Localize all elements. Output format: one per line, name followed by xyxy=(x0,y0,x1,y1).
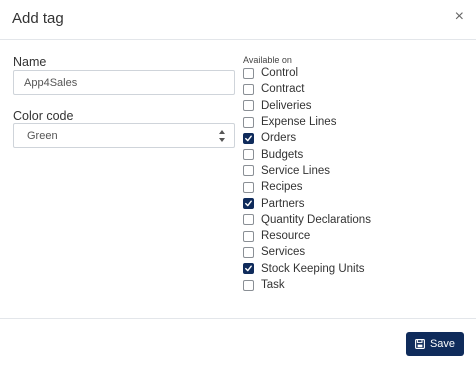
available-on-item[interactable]: Quantity Declarations xyxy=(243,212,371,228)
checkbox-label: Quantity Declarations xyxy=(261,213,371,226)
checkbox[interactable] xyxy=(243,165,254,177)
available-on-item[interactable]: Resource xyxy=(243,228,371,244)
color-code-label: Color code xyxy=(13,109,74,123)
checkbox-label: Deliveries xyxy=(261,99,312,112)
color-code-select[interactable]: Green xyxy=(13,123,235,148)
checkbox[interactable] xyxy=(243,100,254,112)
modal-title: Add tag xyxy=(12,10,64,27)
name-input[interactable] xyxy=(13,70,235,95)
close-icon[interactable]: × xyxy=(455,9,464,25)
checkmark-icon xyxy=(245,200,252,207)
available-on-list: Control Contract Deliveries Expense Lines Or… xyxy=(243,65,371,293)
color-code-value: Green xyxy=(27,130,58,142)
available-on-item[interactable]: Contract xyxy=(243,81,371,97)
checkbox-label: Contract xyxy=(261,83,305,96)
checkbox[interactable] xyxy=(243,116,254,128)
modal-header: Add tag × xyxy=(0,0,476,40)
checkbox-label: Partners xyxy=(261,197,305,210)
available-on-item[interactable]: Budgets xyxy=(243,146,371,162)
checkbox[interactable] xyxy=(243,83,254,95)
checkmark-icon xyxy=(245,135,252,142)
available-on-item[interactable]: Expense Lines xyxy=(243,114,371,130)
name-label: Name xyxy=(13,55,47,69)
save-button[interactable]: Save xyxy=(406,332,464,356)
available-on-item[interactable]: Control xyxy=(243,65,371,81)
checkbox[interactable] xyxy=(243,263,254,275)
checkmark-icon xyxy=(245,265,252,272)
add-tag-modal: Add tag × Name Color code Green Availabl… xyxy=(0,0,476,369)
available-on-item[interactable]: Stock Keeping Units xyxy=(243,261,371,277)
checkbox[interactable] xyxy=(243,67,254,79)
checkbox-label: Control xyxy=(261,67,299,80)
sort-arrows-icon xyxy=(219,130,225,142)
checkbox-label: Services xyxy=(261,246,306,259)
available-on-item[interactable]: Service Lines xyxy=(243,163,371,179)
available-on-item[interactable]: Orders xyxy=(243,130,371,146)
checkbox[interactable] xyxy=(243,246,254,258)
checkbox-label: Orders xyxy=(261,132,297,145)
checkbox-label: Task xyxy=(261,279,285,291)
available-on-item[interactable]: Deliveries xyxy=(243,98,371,114)
checkbox[interactable] xyxy=(243,198,254,210)
checkbox-label: Budgets xyxy=(261,148,304,161)
available-on-item[interactable]: Services xyxy=(243,244,371,260)
available-on-label: Available on xyxy=(243,55,292,65)
available-on-item[interactable]: Task xyxy=(243,277,371,293)
checkbox-label: Service Lines xyxy=(261,164,331,177)
checkbox-label: Recipes xyxy=(261,181,303,194)
checkbox-label: Stock Keeping Units xyxy=(261,262,365,275)
available-on-item[interactable]: Recipes xyxy=(243,179,371,195)
checkbox[interactable] xyxy=(243,181,254,193)
checkbox[interactable] xyxy=(243,132,254,144)
footer-divider xyxy=(0,318,476,319)
available-on-item[interactable]: Partners xyxy=(243,195,371,211)
checkbox[interactable] xyxy=(243,149,254,161)
checkbox[interactable] xyxy=(243,279,254,291)
floppy-disk-icon xyxy=(415,339,425,349)
checkbox-label: Resource xyxy=(261,230,311,243)
checkbox[interactable] xyxy=(243,230,254,242)
checkbox-label: Expense Lines xyxy=(261,116,337,129)
checkbox[interactable] xyxy=(243,214,254,226)
save-button-label: Save xyxy=(429,338,456,350)
